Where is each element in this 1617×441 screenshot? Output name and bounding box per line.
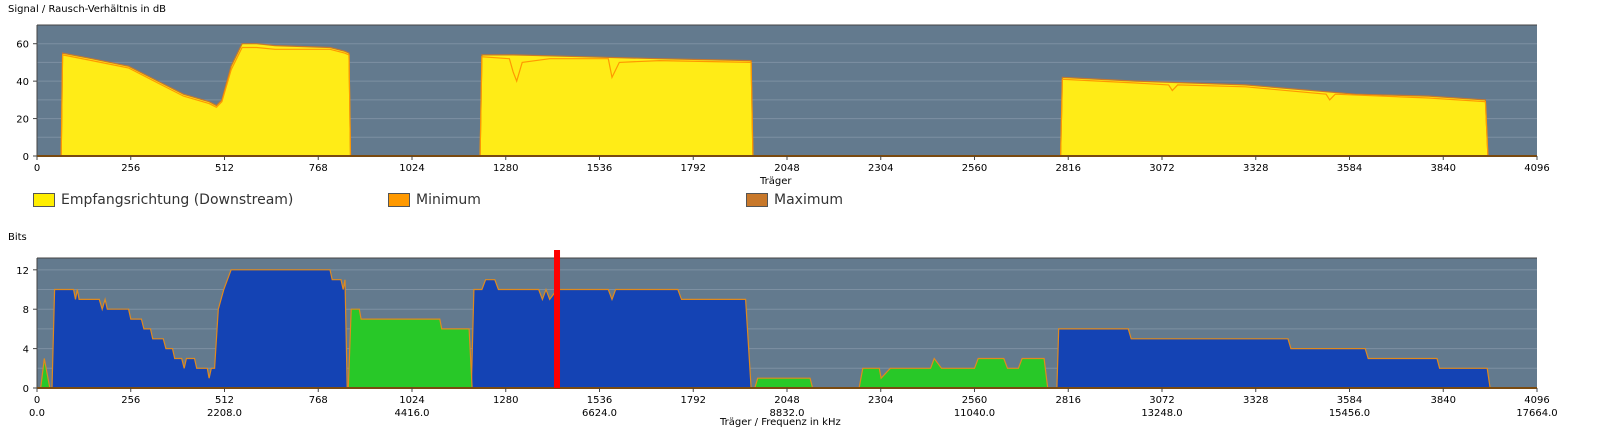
bits-freq-tick-label: 17664.0 xyxy=(1516,408,1557,419)
snr-y-tick-label: 20 xyxy=(16,115,29,126)
bits-freq-tick-label: 11040.0 xyxy=(954,408,995,419)
snr-x-tick-label: 2304 xyxy=(868,163,893,174)
bits-x-tick-label: 768 xyxy=(309,395,328,406)
snr-x-tick-label: 3840 xyxy=(1431,163,1456,174)
snr-y-tick-label: 60 xyxy=(16,40,29,51)
bits-y-tick-label: 4 xyxy=(23,345,29,356)
bits-freq-tick-label: 0.0 xyxy=(29,408,45,419)
bits-x-tick-label: 3584 xyxy=(1337,395,1362,406)
bits-x-tick-label: 1536 xyxy=(587,395,612,406)
snr-x-tick-label: 2560 xyxy=(962,163,987,174)
bits-x-tick-label: 1792 xyxy=(681,395,706,406)
snr-x-tick-label: 3584 xyxy=(1337,163,1362,174)
bits-freq-tick-label: 13248.0 xyxy=(1141,408,1182,419)
bits-x-tick-label: 512 xyxy=(215,395,234,406)
bits-marker-line xyxy=(554,250,561,388)
snr-x-tick-label: 512 xyxy=(215,163,234,174)
bits-freq-tick-label: 15456.0 xyxy=(1329,408,1370,419)
bits-x-tick-label: 3840 xyxy=(1431,395,1456,406)
bits-x-tick-label: 2816 xyxy=(1056,395,1081,406)
bits-x-tick-label: 3328 xyxy=(1243,395,1268,406)
snr-x-tick-label: 1024 xyxy=(399,163,424,174)
bits-x-tick-label: 2048 xyxy=(774,395,799,406)
bits-x-tick-label: 3072 xyxy=(1149,395,1174,406)
snr-x-tick-label: 3328 xyxy=(1243,163,1268,174)
bits-x-tick-label: 0 xyxy=(34,395,40,406)
snr-x-tick-label: 256 xyxy=(121,163,140,174)
bits-freq-tick-label: 6624.0 xyxy=(582,408,617,419)
snr-x-tick-label: 1536 xyxy=(587,163,612,174)
bits-x-tick-label: 256 xyxy=(121,395,140,406)
snr-x-tick-label: 768 xyxy=(309,163,328,174)
snr-x-tick-label: 1792 xyxy=(681,163,706,174)
bits-y-tick-label: 8 xyxy=(23,305,29,316)
snr-x-tick-label: 1280 xyxy=(493,163,518,174)
snr-x-tick-label: 0 xyxy=(34,163,40,174)
snr-x-tick-label: 4096 xyxy=(1524,163,1549,174)
bits-x-tick-label: 1024 xyxy=(399,395,424,406)
bits-x-tick-label: 4096 xyxy=(1524,395,1549,406)
bits-x-tick-label: 2304 xyxy=(868,395,893,406)
snr-x-tick-label: 2816 xyxy=(1056,163,1081,174)
bits-y-tick-label: 12 xyxy=(16,266,29,277)
bits-freq-tick-label: 2208.0 xyxy=(207,408,242,419)
snr-x-tick-label: 3072 xyxy=(1149,163,1174,174)
snr-y-tick-label: 40 xyxy=(16,77,29,88)
bits-freq-tick-label: 4416.0 xyxy=(395,408,430,419)
bits-y-tick-label: 0 xyxy=(23,384,29,395)
bits-freq-tick-label: 8832.0 xyxy=(770,408,805,419)
bits-x-tick-label: 2560 xyxy=(962,395,987,406)
snr-y-tick-label: 0 xyxy=(23,152,29,163)
snr-x-tick-label: 2048 xyxy=(774,163,799,174)
bits-x-tick-label: 1280 xyxy=(493,395,518,406)
dsl-spectrum-charts: 02040600 256 512 768 1024 1280 1536 1792 2048 230… xyxy=(16,24,1558,419)
